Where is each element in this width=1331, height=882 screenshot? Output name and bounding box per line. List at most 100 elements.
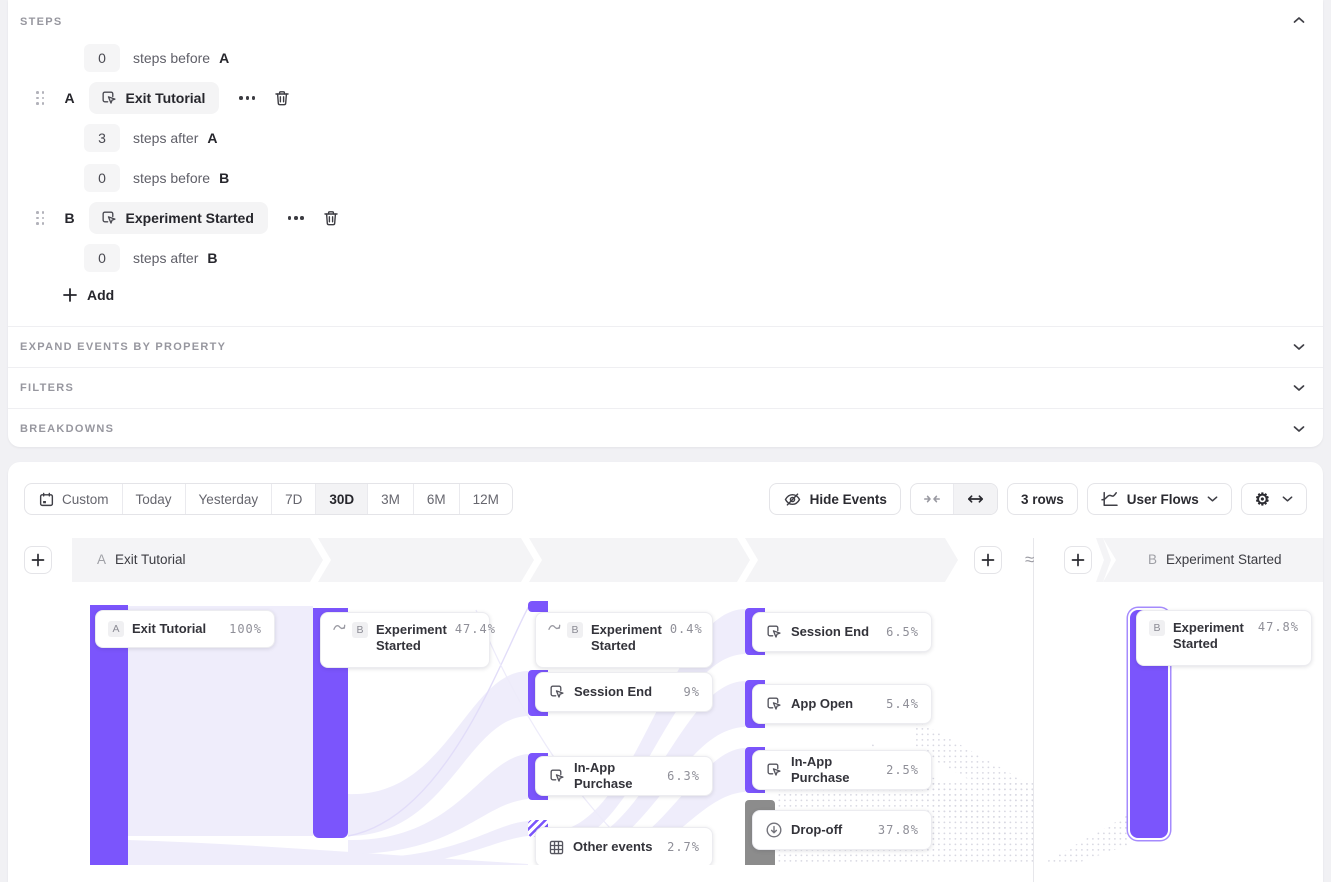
collapse-columns-button[interactable] — [911, 484, 954, 514]
add-step-button[interactable]: Add — [62, 287, 114, 303]
rows-count-button[interactable]: 3 rows — [1007, 483, 1078, 515]
plus-icon — [31, 553, 45, 567]
section-breakdowns[interactable]: BREAKDOWNS — [8, 409, 1323, 449]
steps-after-a-row: 3 steps after A — [84, 124, 218, 152]
other-events-grid-icon — [548, 839, 565, 856]
flow-column-band — [318, 538, 534, 582]
step-badge: B — [1149, 620, 1165, 636]
event-click-icon — [100, 89, 118, 107]
steps-after-b-input[interactable]: 0 — [84, 244, 120, 272]
flow-node[interactable]: Other events 2.7% — [535, 827, 713, 865]
chevron-down-icon — [1282, 495, 1293, 503]
chart-toolbar: Hide Events 3 rows User Flows ⚙ — [769, 483, 1307, 515]
calendar-icon — [38, 491, 55, 508]
steps-before-a-input[interactable]: 0 — [84, 44, 120, 72]
settings-dropdown[interactable]: ⚙ — [1241, 483, 1307, 515]
flow-node[interactable]: Session End 6.5% — [752, 612, 932, 652]
flow-column-band — [529, 538, 750, 582]
query-builder-panel: STEPS 0 steps before A A Exit Tutorial 3… — [8, 0, 1323, 447]
event-click-icon — [765, 623, 783, 641]
delete-step-button[interactable] — [273, 89, 291, 107]
indirect-flow-icon — [333, 622, 346, 632]
flow-node[interactable]: B Experiment Started 47.8% — [1136, 610, 1312, 666]
drag-handle-icon[interactable] — [36, 91, 45, 105]
expand-columns-button[interactable] — [954, 484, 997, 514]
flow-node[interactable]: App Open 5.4% — [752, 684, 932, 724]
step-badge: B — [567, 622, 583, 638]
steps-after-b-row: 0 steps after B — [84, 244, 218, 272]
gear-icon: ⚙ — [1255, 491, 1270, 508]
date-option-3m[interactable]: 3M — [368, 484, 414, 514]
step-letter: A — [65, 90, 89, 106]
steps-before-a-row: 0 steps before A — [84, 44, 229, 72]
date-option-12m[interactable]: 12M — [460, 484, 512, 514]
user-flows-sankey: A Exit Tutorial 100% B Experiment Starte… — [8, 590, 1323, 865]
indirect-flow-icon — [548, 622, 561, 632]
add-column-middle-button[interactable] — [974, 546, 1002, 574]
arrows-out-icon — [967, 493, 984, 505]
plus-icon — [981, 553, 995, 567]
spacing-toggle — [910, 483, 998, 515]
date-option-yesterday[interactable]: Yesterday — [186, 484, 273, 514]
chevron-down-icon — [1207, 495, 1218, 503]
date-option-6m[interactable]: 6M — [414, 484, 460, 514]
trash-icon — [322, 209, 340, 227]
step-a-row: A Exit Tutorial — [36, 82, 291, 114]
date-option-today[interactable]: Today — [123, 484, 186, 514]
eye-off-icon — [783, 490, 802, 509]
band-chevron-cap — [1094, 538, 1112, 582]
flow-node[interactable]: A Exit Tutorial 100% — [95, 610, 275, 648]
flow-column-band — [745, 538, 958, 582]
group-b-header: B Experiment Started — [1148, 552, 1282, 567]
drag-handle-icon[interactable] — [36, 211, 45, 225]
event-click-icon — [765, 695, 783, 713]
section-filters[interactable]: FILTERS — [8, 368, 1323, 408]
date-option-custom[interactable]: Custom — [25, 484, 123, 514]
drop-off-icon — [765, 821, 783, 839]
flow-node[interactable]: B Experiment Started 47.4% — [320, 612, 490, 668]
more-options-button[interactable] — [284, 210, 308, 226]
delete-step-button[interactable] — [322, 209, 340, 227]
group-a-header: A Exit Tutorial — [97, 552, 186, 567]
event-pill-exit-tutorial[interactable]: Exit Tutorial — [89, 82, 220, 114]
date-option-7d[interactable]: 7D — [272, 484, 316, 514]
flow-node[interactable]: In-App Purchase 6.3% — [535, 756, 713, 796]
plus-icon — [1071, 553, 1085, 567]
trash-icon — [273, 89, 291, 107]
more-options-button[interactable] — [235, 90, 259, 106]
step-letter: B — [65, 210, 89, 226]
steps-before-b-input[interactable]: 0 — [84, 164, 120, 192]
step-b-row: B Experiment Started — [36, 202, 340, 234]
flow-node[interactable]: In-App Purchase 2.5% — [752, 750, 932, 790]
step-badge: A — [108, 621, 124, 637]
date-range-picker: Custom Today Yesterday 7D 30D 3M 6M 12M — [24, 483, 513, 515]
section-expand-events-by-property[interactable]: EXPAND EVENTS BY PROPERTY — [8, 327, 1323, 367]
chevron-down-icon — [1293, 343, 1305, 351]
hide-events-button[interactable]: Hide Events — [769, 483, 901, 515]
event-pill-experiment-started[interactable]: Experiment Started — [89, 202, 268, 234]
flows-report-panel: Custom Today Yesterday 7D 30D 3M 6M 12M … — [8, 462, 1323, 882]
event-click-icon — [765, 761, 783, 779]
event-click-icon — [548, 683, 566, 701]
steps-section-title: STEPS — [20, 16, 63, 28]
steps-after-a-input[interactable]: 3 — [84, 124, 120, 152]
date-option-30d[interactable]: 30D — [316, 484, 368, 514]
flow-node[interactable]: B Experiment Started 0.4% — [535, 612, 713, 668]
add-column-left-button[interactable] — [24, 546, 52, 574]
plus-icon — [62, 287, 78, 303]
chevron-up-icon[interactable] — [1293, 16, 1305, 24]
arrows-in-icon — [924, 493, 940, 505]
flow-node-drop-off[interactable]: Drop-off 37.8% — [752, 810, 932, 850]
node-stub-experiment-started[interactable] — [528, 601, 548, 612]
flow-node[interactable]: Session End 9% — [535, 672, 713, 712]
user-flows-chart-icon — [1101, 490, 1119, 508]
chevron-down-icon — [1293, 384, 1305, 392]
event-click-icon — [548, 767, 566, 785]
steps-before-b-row: 0 steps before B — [84, 164, 229, 192]
approx-join-symbol: ≈ — [1025, 550, 1034, 570]
event-click-icon — [100, 209, 118, 227]
view-type-dropdown[interactable]: User Flows — [1087, 483, 1232, 515]
step-badge: B — [352, 622, 368, 638]
add-column-right-button[interactable] — [1064, 546, 1092, 574]
chevron-down-icon — [1293, 425, 1305, 433]
